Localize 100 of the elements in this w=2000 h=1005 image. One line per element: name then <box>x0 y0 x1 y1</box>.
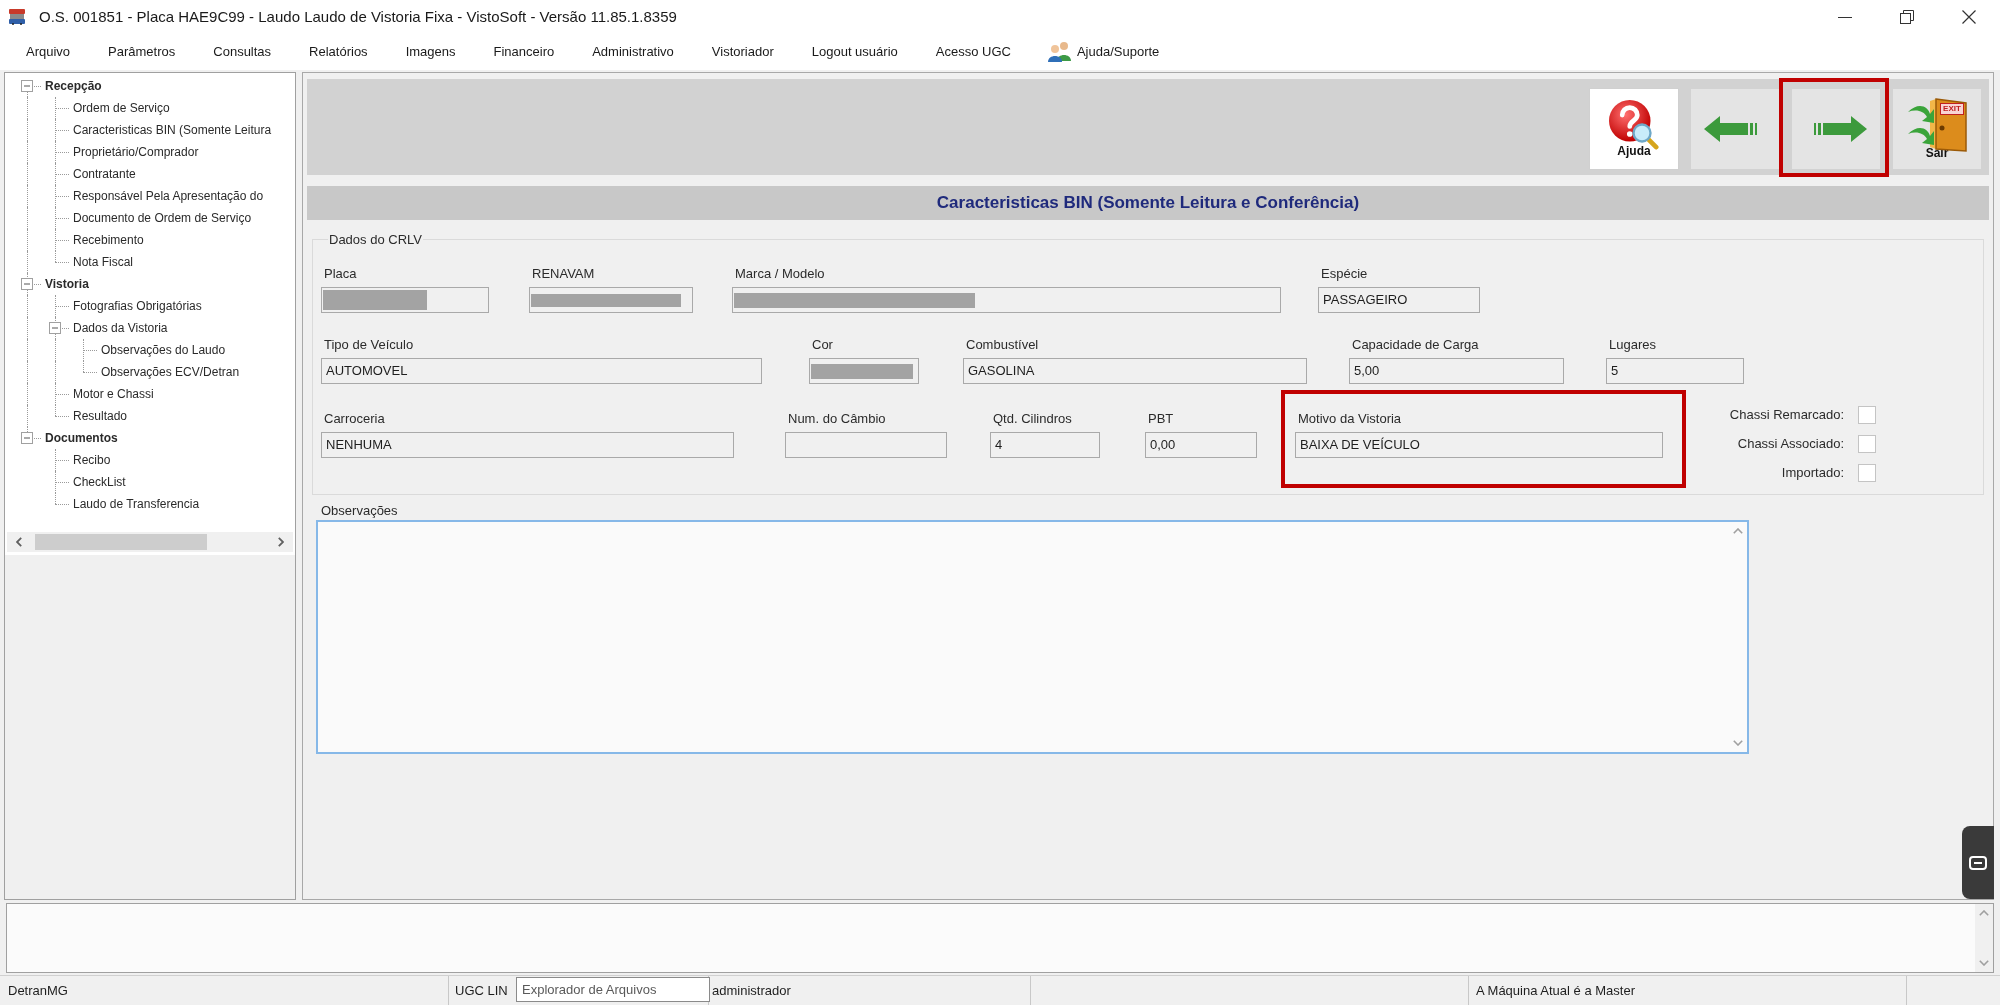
menu-item[interactable]: Arquivo <box>18 42 79 62</box>
field-label: PBT <box>1148 411 1174 426</box>
field-label: Qtd. Cilindros <box>993 411 1072 426</box>
tree-item[interactable]: Fotografias Obrigatórias <box>73 298 202 314</box>
tree-item[interactable]: Recebimento <box>73 232 144 248</box>
forward-button[interactable] <box>1791 88 1881 170</box>
field-label: Cor <box>812 337 833 352</box>
field-label: RENAVAM <box>532 266 595 281</box>
chevron-right-icon <box>278 537 284 547</box>
collapse-icon[interactable] <box>21 432 33 444</box>
minimize-icon <box>1838 16 1852 18</box>
text-field[interactable]: 4 <box>990 432 1100 458</box>
menu-item[interactable]: Relatórios <box>301 42 376 62</box>
people-icon <box>1046 42 1072 62</box>
text-field[interactable]: 5 <box>1606 358 1744 384</box>
window-title: O.S. 001851 - Placa HAE9C99 - Laudo Laudo de Vistoria Fixa - VistoSoft - Versão 11.85.1.8359 <box>39 6 677 27</box>
tree-item[interactable]: Contratante <box>73 166 136 182</box>
tree-item[interactable]: Dados da Vistoria <box>73 320 168 336</box>
back-button[interactable] <box>1690 88 1780 170</box>
field-label: Motivo da Vistoria <box>1298 411 1402 426</box>
checkbox-label: Chassi Associado: <box>1737 435 1844 454</box>
tree-item[interactable]: Nota Fiscal <box>73 254 134 270</box>
field-label: Placa <box>324 266 357 281</box>
field-label: Capacidade de Carga <box>1352 337 1479 352</box>
tree-item[interactable]: CheckList <box>73 474 126 490</box>
chevron-up-icon <box>1733 528 1743 534</box>
text-field[interactable] <box>529 287 693 313</box>
exit-button[interactable]: EXIT Sair <box>1892 88 1982 170</box>
chevron-up-icon <box>1979 910 1989 916</box>
field-label: Tipo de Veículo <box>324 337 414 352</box>
tree-item[interactable]: Laudo de Transferencia <box>73 496 200 512</box>
text-field[interactable] <box>809 358 919 384</box>
minus-square-icon <box>1969 855 1987 870</box>
tree-item[interactable]: Observações ECV/Detran <box>101 364 240 380</box>
menu-item[interactable]: Ajuda/Suporte <box>1040 42 1166 62</box>
collapse-icon[interactable] <box>21 80 33 92</box>
tree-item[interactable]: Motor e Chassi <box>73 386 154 402</box>
text-field[interactable] <box>321 287 489 313</box>
text-field[interactable] <box>785 432 947 458</box>
tree-item[interactable]: Recepção <box>45 78 102 94</box>
menu-item[interactable]: Acesso UGC <box>927 42 1019 62</box>
group-title: Dados do CRLV <box>328 232 423 247</box>
side-tab[interactable] <box>1962 826 1994 899</box>
field-label: Carroceria <box>324 411 385 426</box>
vertical-scrollbar[interactable] <box>1975 904 1993 972</box>
field-label: Combustível <box>966 337 1039 352</box>
checkbox[interactable] <box>1858 464 1876 482</box>
field-label: Marca / Modelo <box>735 266 825 281</box>
collapse-icon[interactable] <box>21 278 33 290</box>
section-title: Caracteristicas BIN (Somente Leitura e Conferência) <box>936 192 1360 215</box>
text-field[interactable]: PASSAGEIRO <box>1318 287 1480 313</box>
status-text: UGC LIN <box>455 981 508 1000</box>
chevron-left-icon <box>16 537 22 547</box>
chevron-down-icon <box>1733 740 1743 746</box>
checkbox[interactable] <box>1858 406 1876 424</box>
menu-item[interactable]: Parâmetros <box>100 42 184 62</box>
status-text: A Máquina Atual é a Master <box>1476 981 1635 1000</box>
menu-item[interactable]: Logout usuário <box>803 42 906 62</box>
tree-item[interactable]: Caracteristicas BIN (Somente Leitura <box>73 122 272 138</box>
text-field[interactable]: GASOLINA <box>963 358 1307 384</box>
tree-item[interactable]: Recibo <box>73 452 111 468</box>
tree-item[interactable]: Proprietário/Comprador <box>73 144 199 160</box>
checkbox-label: Importado: <box>1781 464 1844 483</box>
collapse-icon[interactable] <box>49 322 61 334</box>
tree-item[interactable]: Documento de Ordem de Serviço <box>73 210 252 226</box>
observations-field[interactable] <box>316 520 1749 754</box>
scrollbar-thumb[interactable] <box>35 534 207 550</box>
text-field[interactable]: 5,00 <box>1349 358 1564 384</box>
tree-item[interactable]: Vistoria <box>45 276 89 292</box>
chevron-down-icon <box>1979 960 1989 966</box>
text-field[interactable] <box>732 287 1281 313</box>
text-field[interactable]: 0,00 <box>1145 432 1257 458</box>
text-field[interactable]: NENHUMA <box>321 432 734 458</box>
app-icon <box>8 9 26 25</box>
tree-item[interactable]: Ordem de Serviço <box>73 100 170 116</box>
field-label: Observações <box>321 503 398 518</box>
restore-icon <box>1900 10 1914 24</box>
menu-item[interactable]: Consultas <box>205 42 280 62</box>
tree-item[interactable]: Observações do Laudo <box>101 342 226 358</box>
text-field[interactable]: AUTOMOVEL <box>321 358 762 384</box>
checkbox-label: Chassi Remarcado: <box>1729 406 1844 425</box>
field-label: Espécie <box>1321 266 1368 281</box>
menu-item[interactable]: Administrativo <box>584 42 682 62</box>
text-field[interactable]: BAIXA DE VEÍCULO <box>1295 432 1663 458</box>
menu-item[interactable]: Vistoriador <box>703 42 782 62</box>
menu-item[interactable]: Financeiro <box>485 42 563 62</box>
tree-item[interactable]: Responsável Pela Apresentação do <box>73 188 264 204</box>
close-icon <box>1962 10 1976 24</box>
horizontal-scrollbar[interactable] <box>7 532 293 552</box>
menu-item[interactable]: Imagens <box>397 42 464 62</box>
tree-item[interactable]: Documentos <box>45 430 118 446</box>
status-text: DetranMG <box>8 981 68 1000</box>
field-label: Lugares <box>1609 337 1656 352</box>
help-button[interactable]: Ajuda <box>1589 88 1679 170</box>
exit-sign: EXIT <box>1940 103 1964 115</box>
status-text: administrador <box>712 981 791 1000</box>
field-label: Num. do Câmbio <box>788 411 886 426</box>
tree-item[interactable]: Resultado <box>73 408 128 424</box>
checkbox[interactable] <box>1858 435 1876 453</box>
tooltip: Explorador de Arquivos <box>516 977 710 1002</box>
